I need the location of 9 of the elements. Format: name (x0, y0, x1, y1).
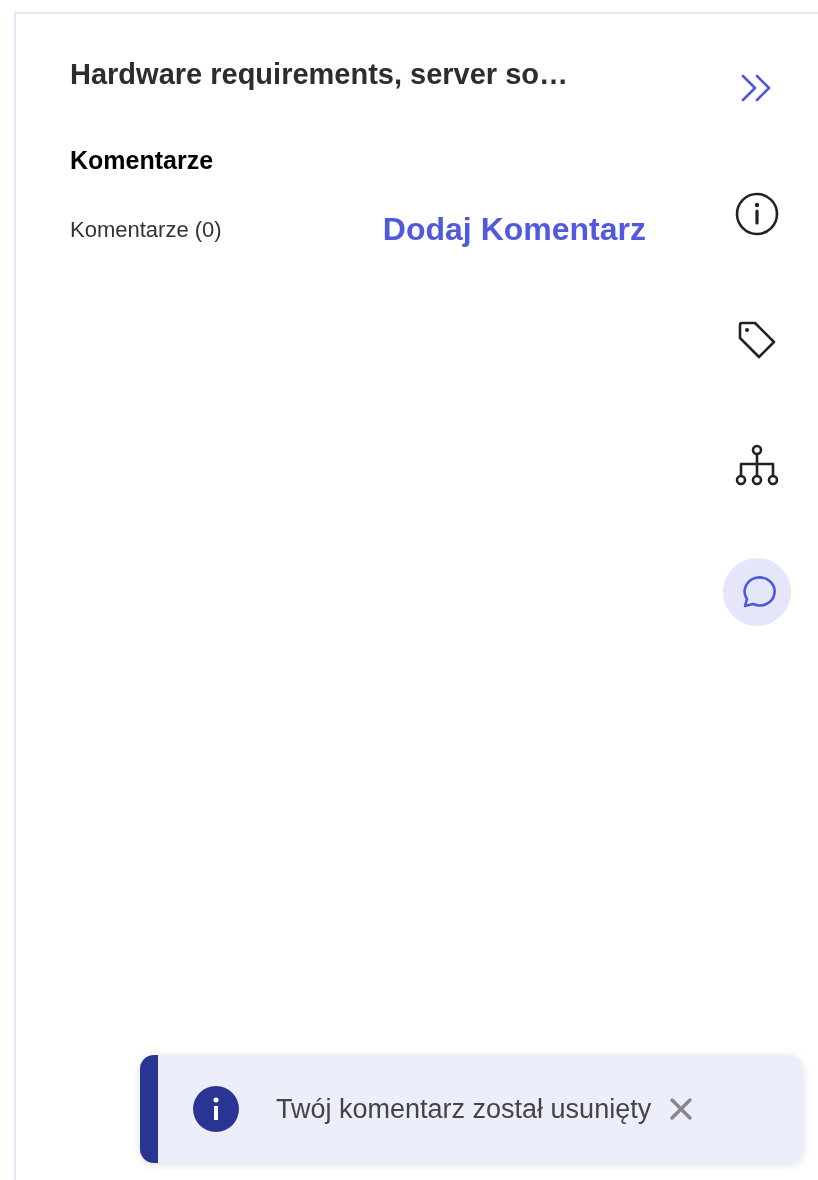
close-icon (669, 1097, 694, 1121)
section-heading: Komentarze (70, 146, 215, 175)
tag-icon (736, 319, 778, 361)
comments-count: Komentarze (0) (70, 216, 222, 243)
info-icon (193, 1086, 239, 1132)
info-icon (734, 191, 780, 237)
toast-message: Twój komentarz został usunięty (276, 1093, 652, 1125)
add-comment-link[interactable]: Dodaj Komentarz (382, 211, 646, 248)
panel-title: Hardware requirements, server so… (70, 58, 570, 92)
